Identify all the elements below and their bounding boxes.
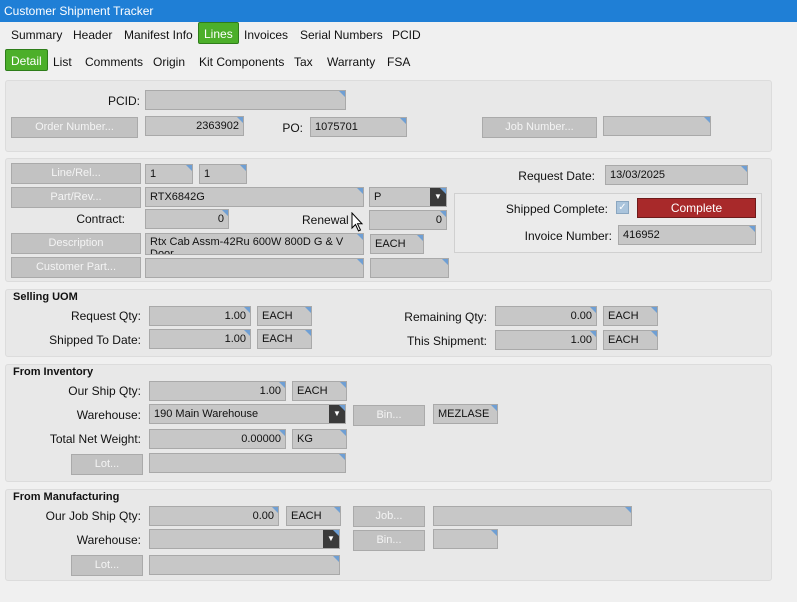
selling-uom-title: Selling UOM — [13, 291, 78, 303]
net-weight-label: Total Net Weight: — [49, 432, 141, 446]
contract-label: Contract: — [76, 212, 125, 226]
pcid-label: PCID: — [107, 94, 140, 108]
manufacturing-warehouse-select[interactable]: ▼ — [149, 529, 340, 549]
shipped-complete-label: Shipped Complete: — [505, 202, 608, 216]
renewal-label: Renewal — [302, 213, 349, 227]
line-field[interactable]: 1 — [145, 164, 193, 184]
request-qty-label: Request Qty: — [70, 309, 141, 323]
inventory-lot-button[interactable]: Lot... — [71, 454, 143, 475]
tab-warranty[interactable]: Warranty — [327, 51, 375, 73]
this-shipment-label: This Shipment: — [406, 334, 487, 348]
remaining-qty-field[interactable]: 0.00 — [495, 306, 597, 326]
request-qty-uom[interactable]: EACH — [257, 306, 312, 326]
invoice-number-label: Invoice Number: — [524, 229, 612, 243]
renewal-field[interactable]: 0 — [369, 210, 447, 230]
inventory-lot-field[interactable] — [149, 453, 346, 473]
customer-part-field[interactable] — [145, 258, 364, 278]
chevron-down-icon[interactable]: ▼ — [323, 530, 339, 548]
ship-qty-field[interactable]: 1.00 — [149, 381, 286, 401]
from-manufacturing-title: From Manufacturing — [13, 491, 120, 503]
po-field[interactable]: 1075701 — [310, 117, 407, 137]
contract-field[interactable]: 0 — [145, 209, 229, 229]
status-badge: Complete — [637, 198, 756, 218]
job-field[interactable] — [433, 506, 632, 526]
tab-list[interactable]: List — [53, 51, 72, 73]
inventory-warehouse-select[interactable]: 190 Main Warehouse ▼ — [149, 404, 346, 424]
manufacturing-warehouse-label: Warehouse: — [76, 533, 141, 547]
pcid-field[interactable] — [145, 90, 346, 110]
job-ship-qty-uom[interactable]: EACH — [286, 506, 341, 526]
chevron-down-icon[interactable]: ▼ — [430, 188, 446, 206]
remaining-qty-label: Remaining Qty: — [404, 310, 487, 324]
mouse-cursor-icon — [351, 212, 364, 232]
part-rev-button[interactable]: Part/Rev... — [11, 187, 141, 208]
job-ship-qty-field[interactable]: 0.00 — [149, 506, 279, 526]
ship-qty-uom[interactable]: EACH — [292, 381, 347, 401]
job-number-button[interactable]: Job Number... — [482, 117, 597, 138]
tab-invoices[interactable]: Invoices — [244, 24, 288, 46]
tab-serial-numbers[interactable]: Serial Numbers — [300, 24, 383, 46]
shipped-to-date-uom[interactable]: EACH — [257, 329, 312, 349]
checkmark-icon: ✓ — [618, 202, 627, 213]
net-weight-field[interactable]: 0.00000 — [149, 429, 286, 449]
manufacturing-lot-field[interactable] — [149, 555, 340, 575]
customer-part-extra-field[interactable] — [370, 258, 449, 278]
shipped-to-date-field[interactable]: 1.00 — [149, 329, 251, 349]
tab-comments[interactable]: Comments — [85, 51, 143, 73]
secondary-tab-bar: Detail List Comments Origin Kit Componen… — [0, 47, 797, 74]
uom-field[interactable]: EACH — [370, 234, 424, 254]
request-qty-field[interactable]: 1.00 — [149, 306, 251, 326]
shipped-to-date-label: Shipped To Date: — [49, 333, 141, 347]
order-number-field[interactable]: 2363902 — [145, 116, 244, 136]
tab-tax[interactable]: Tax — [294, 51, 313, 73]
invoice-number-field[interactable]: 416952 — [618, 225, 756, 245]
job-ship-qty-label: Our Job Ship Qty: — [45, 509, 141, 523]
manufacturing-lot-button[interactable]: Lot... — [71, 555, 143, 576]
window-title: Customer Shipment Tracker — [0, 0, 797, 22]
tab-lines[interactable]: Lines — [198, 22, 239, 44]
tab-origin[interactable]: Origin — [153, 51, 185, 73]
revision-value: P — [374, 191, 382, 203]
tab-manifest-info[interactable]: Manifest Info — [124, 24, 193, 46]
description-field[interactable]: Rtx Cab Assm-42Ru 600W 800D G & V Door — [145, 233, 364, 255]
tab-fsa[interactable]: FSA — [387, 51, 410, 73]
manufacturing-bin-field[interactable] — [433, 529, 498, 549]
net-weight-uom[interactable]: KG — [292, 429, 347, 449]
manufacturing-bin-button[interactable]: Bin... — [353, 530, 425, 551]
inventory-warehouse-value: 190 Main Warehouse — [154, 408, 259, 420]
shipped-complete-checkbox[interactable]: ✓ — [616, 201, 629, 214]
part-number-field[interactable]: RTX6842G — [145, 187, 364, 207]
tab-detail[interactable]: Detail — [5, 49, 48, 71]
tab-kit-components[interactable]: Kit Components — [199, 51, 284, 73]
this-shipment-uom[interactable]: EACH — [603, 330, 658, 350]
from-inventory-title: From Inventory — [13, 366, 94, 378]
chevron-down-icon[interactable]: ▼ — [329, 405, 345, 423]
inventory-bin-field[interactable]: MEZLASE — [433, 404, 498, 424]
line-rel-button[interactable]: Line/Rel... — [11, 163, 141, 184]
tab-header[interactable]: Header — [73, 24, 112, 46]
customer-part-button[interactable]: Customer Part... — [11, 257, 141, 278]
po-label: PO: — [282, 121, 303, 135]
inventory-bin-button[interactable]: Bin... — [353, 405, 425, 426]
revision-select[interactable]: P ▼ — [369, 187, 447, 207]
tab-pcid[interactable]: PCID — [392, 24, 421, 46]
release-field[interactable]: 1 — [199, 164, 247, 184]
request-date-field[interactable]: 13/03/2025 — [605, 165, 748, 185]
job-button[interactable]: Job... — [353, 506, 425, 527]
tab-summary[interactable]: Summary — [11, 24, 62, 46]
inventory-warehouse-label: Warehouse: — [76, 408, 141, 422]
ship-qty-label: Our Ship Qty: — [68, 384, 141, 398]
this-shipment-field[interactable]: 1.00 — [495, 330, 597, 350]
primary-tab-bar: Summary Header Manifest Info Lines Invoi… — [0, 22, 797, 47]
remaining-qty-uom[interactable]: EACH — [603, 306, 658, 326]
request-date-label: Request Date: — [518, 169, 595, 183]
order-number-button[interactable]: Order Number... — [11, 117, 138, 138]
description-button[interactable]: Description — [11, 233, 141, 254]
job-number-field[interactable] — [603, 116, 711, 136]
